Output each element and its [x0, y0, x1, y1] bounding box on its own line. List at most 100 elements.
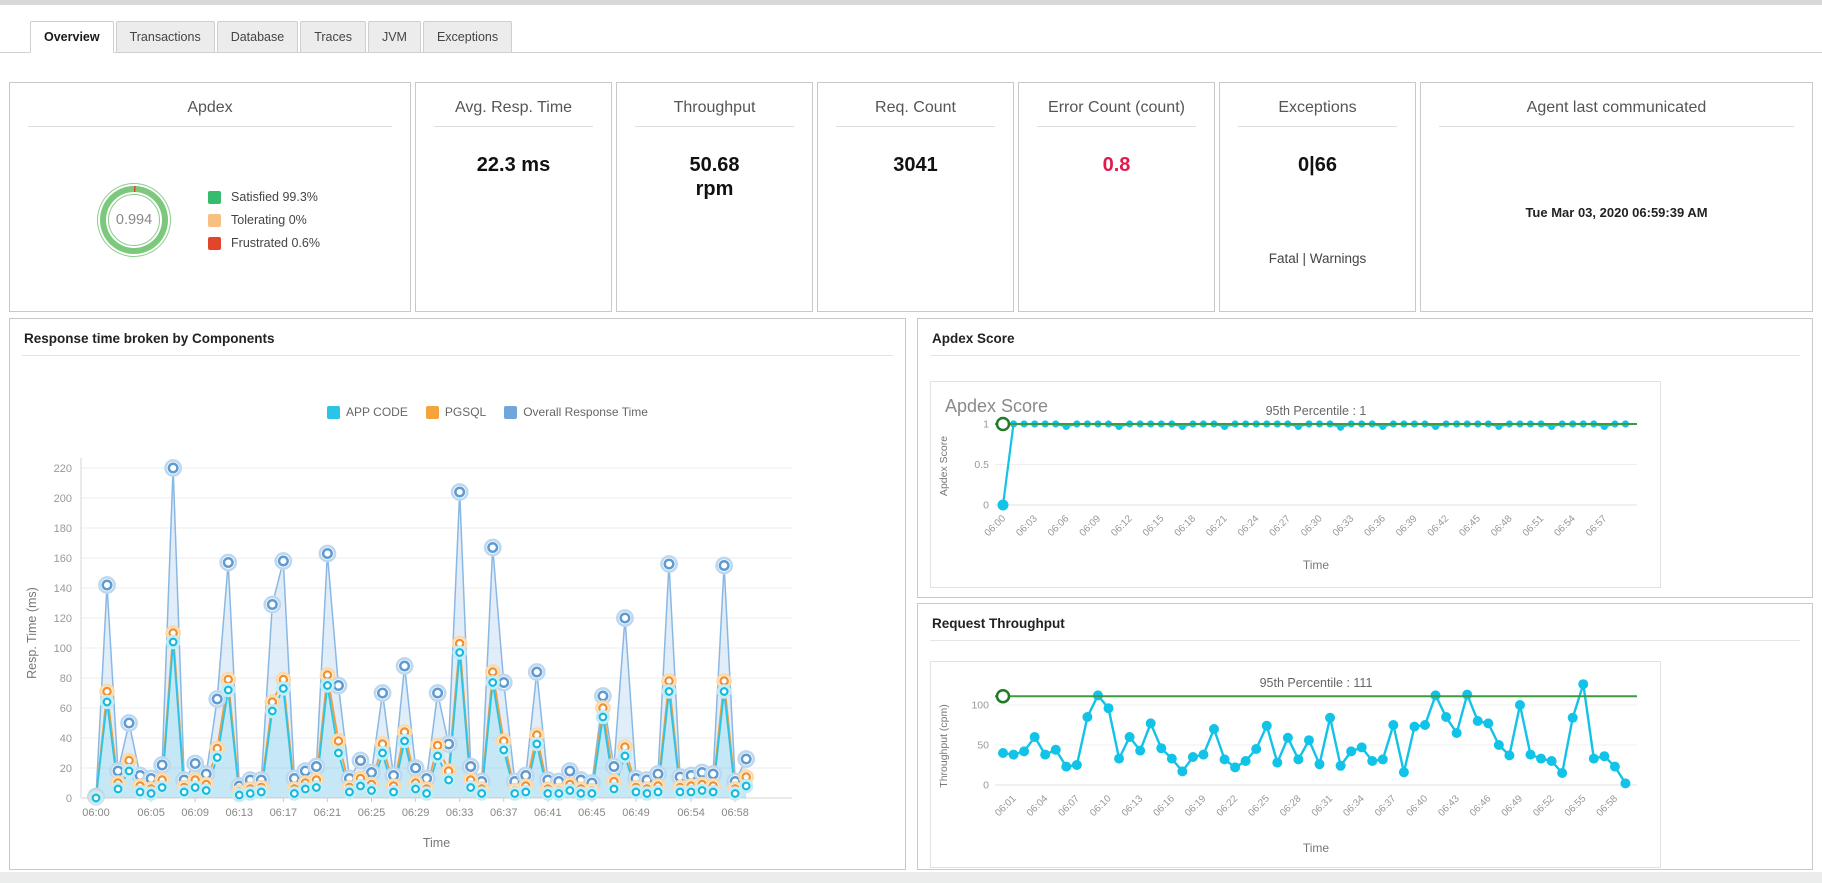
- x-tick-label: 06:09: [181, 807, 209, 819]
- x-tick-label: 06:22: [1215, 793, 1241, 819]
- card-value-text: 0|66: [1298, 154, 1337, 176]
- apdex-legend-label: Tolerating 0%: [231, 213, 307, 227]
- card-avg-resp-time: Avg. Resp. Time 22.3 ms: [415, 82, 612, 312]
- bottom-strip: [0, 872, 1822, 883]
- x-tick-label: 06:07: [1056, 793, 1082, 819]
- card-error-count-count: Error Count (count) 0.8: [1018, 82, 1215, 312]
- card-value: 0|66: [1220, 153, 1415, 177]
- apdex-legend-label: Frustrated 0.6%: [231, 236, 320, 250]
- y-tick-label: 100: [54, 643, 72, 655]
- card-title-divider: [635, 126, 794, 127]
- x-tick-label: 06:01: [993, 793, 1019, 819]
- card-title: Error Count (count): [1048, 99, 1185, 116]
- card-exceptions: Exceptions 0|66 Fatal | Warnings: [1219, 82, 1416, 312]
- x-tick-label: 06:55: [1563, 793, 1589, 819]
- legend-swatch-icon: [208, 236, 222, 250]
- card-value: 0.8: [1019, 153, 1214, 177]
- x-tick-label: 06:45: [1457, 513, 1483, 539]
- percentile-label: 95th Percentile : 1: [1266, 404, 1367, 418]
- legend-label: PGSQL: [444, 405, 487, 419]
- card-value-unit: rpm: [695, 178, 734, 200]
- x-tick-label: 06:33: [1331, 513, 1357, 539]
- x-tick-label: 06:49: [622, 807, 650, 819]
- x-tick-label: 06:05: [137, 807, 165, 819]
- x-tick-label: 06:36: [1362, 513, 1388, 539]
- x-tick-label: 06:33: [446, 807, 474, 819]
- apdex-gauge-value: 0.994: [108, 194, 161, 246]
- legend-item-app-code[interactable]: APP CODE: [327, 405, 408, 419]
- y-tick-label: 0.5: [974, 459, 989, 471]
- card-agent-last-communicated: Agent last communicated Tue Mar 03, 2020 …: [1420, 82, 1813, 312]
- card-title-divider: [1037, 126, 1196, 127]
- y-tick-label: 0: [66, 793, 72, 805]
- x-tick-label: 06:58: [1595, 793, 1621, 819]
- tab-exceptions[interactable]: Exceptions: [422, 21, 513, 53]
- legend-swatch-icon: [504, 405, 518, 419]
- card-title: Apdex: [187, 99, 233, 116]
- chart-legend: APP CODE PGSQL Overall Response Time: [70, 405, 905, 419]
- agent-timestamp: Tue Mar 03, 2020 06:59:39 AM: [1525, 205, 1708, 220]
- y-tick-label: 200: [54, 493, 72, 505]
- x-tick-label: 06:15: [1141, 513, 1167, 539]
- panel-divider: [930, 640, 1800, 641]
- throughput-chart-box: 0 50 100 06:01 06:04 06:07 06:10 06:13 06:16 06:1…: [930, 661, 1661, 868]
- card-title: Avg. Resp. Time: [454, 99, 573, 116]
- y-tick-label: 120: [54, 613, 72, 625]
- apdex-gauge: 0.994: [100, 186, 169, 254]
- x-tick-label: 06:58: [721, 807, 749, 819]
- x-tick-label: 06:04: [1025, 793, 1051, 819]
- x-tick-label: 06:49: [1500, 793, 1526, 819]
- card-title: Agent last communicated: [1526, 99, 1707, 116]
- y-tick-label: 140: [54, 583, 72, 595]
- legend-item-pgsql[interactable]: PGSQL: [425, 405, 487, 419]
- x-tick-label: 06:41: [534, 807, 562, 819]
- y-tick-label: 1: [983, 419, 989, 431]
- x-tick-label: 06:57: [1584, 513, 1610, 539]
- x-tick-label: 06:03: [1014, 513, 1040, 539]
- x-tick-label: 06:06: [1046, 513, 1072, 539]
- x-tick-label: 06:40: [1405, 793, 1431, 819]
- tab-bar: Overview Transactions Database Traces JVM Exc…: [0, 21, 1822, 53]
- x-tick-label: 06:28: [1278, 793, 1304, 819]
- x-tick-label: 06:10: [1088, 793, 1114, 819]
- tab-overview[interactable]: Overview: [30, 21, 114, 53]
- x-tick-label: 06:27: [1267, 513, 1293, 539]
- y-axis-title: Throughput (cpm): [938, 704, 950, 787]
- x-tick-label: 06:45: [578, 807, 606, 819]
- y-axis-title: Apdex Score: [938, 436, 950, 496]
- legend-label: APP CODE: [346, 405, 408, 419]
- apdex-score-panel: Apdex Score 0 0.5 1 06:00 06:03 06:06 06:09 06:…: [917, 318, 1813, 598]
- card-title-divider: [1439, 126, 1794, 127]
- tab-transactions[interactable]: Transactions: [115, 21, 215, 53]
- x-axis-title: Time: [1303, 558, 1330, 572]
- card-value-text: 22.3 ms: [476, 154, 551, 176]
- x-tick-label: 06:00: [82, 807, 110, 819]
- panel-divider: [22, 355, 893, 356]
- card-throughput: Throughput 50.68 rpm: [616, 82, 813, 312]
- x-tick-label: 06:21: [1204, 513, 1230, 539]
- response-time-panel: Response time broken by Components APP C…: [9, 318, 906, 870]
- card-value: 3041: [818, 153, 1013, 177]
- apdex-chart-box: 0 0.5 1 06:00 06:03 06:06 06:09 06:12 06:15 06:18…: [930, 381, 1661, 588]
- x-tick-label: 06:48: [1489, 513, 1515, 539]
- response-time-chart: 0 20 40 60 80 100 120 140 160 180 200 220 06:00 06:05…: [25, 458, 792, 850]
- card-title: Exceptions: [1278, 99, 1357, 116]
- x-tick-label: 06:54: [677, 807, 705, 819]
- request-throughput-chart: 0 50 100 06:01 06:04 06:07 06:10 06:13 06:16 06:1…: [938, 676, 1637, 855]
- tab-traces[interactable]: Traces: [300, 21, 366, 53]
- x-tick-label: 06:16: [1151, 793, 1177, 819]
- x-tick-label: 06:30: [1299, 513, 1325, 539]
- legend-item-overall-response-time[interactable]: Overall Response Time: [504, 405, 648, 419]
- apdex-legend: Satisfied 99.3% Tolerating 0% Frustrated 0…: [208, 190, 320, 250]
- card-footer: Fatal | Warnings: [1268, 251, 1367, 266]
- card-title-divider: [836, 126, 995, 127]
- y-tick-label: 160: [54, 553, 72, 565]
- tab-database[interactable]: Database: [216, 21, 299, 53]
- tab-jvm[interactable]: JVM: [367, 21, 421, 53]
- y-tick-label: 80: [60, 673, 72, 685]
- x-tick-label: 06:37: [1373, 793, 1399, 819]
- x-axis-title: Time: [423, 836, 450, 850]
- card-value: 22.3 ms: [416, 153, 611, 177]
- x-tick-label: 06:24: [1236, 513, 1262, 539]
- card-title: Throughput: [673, 99, 756, 116]
